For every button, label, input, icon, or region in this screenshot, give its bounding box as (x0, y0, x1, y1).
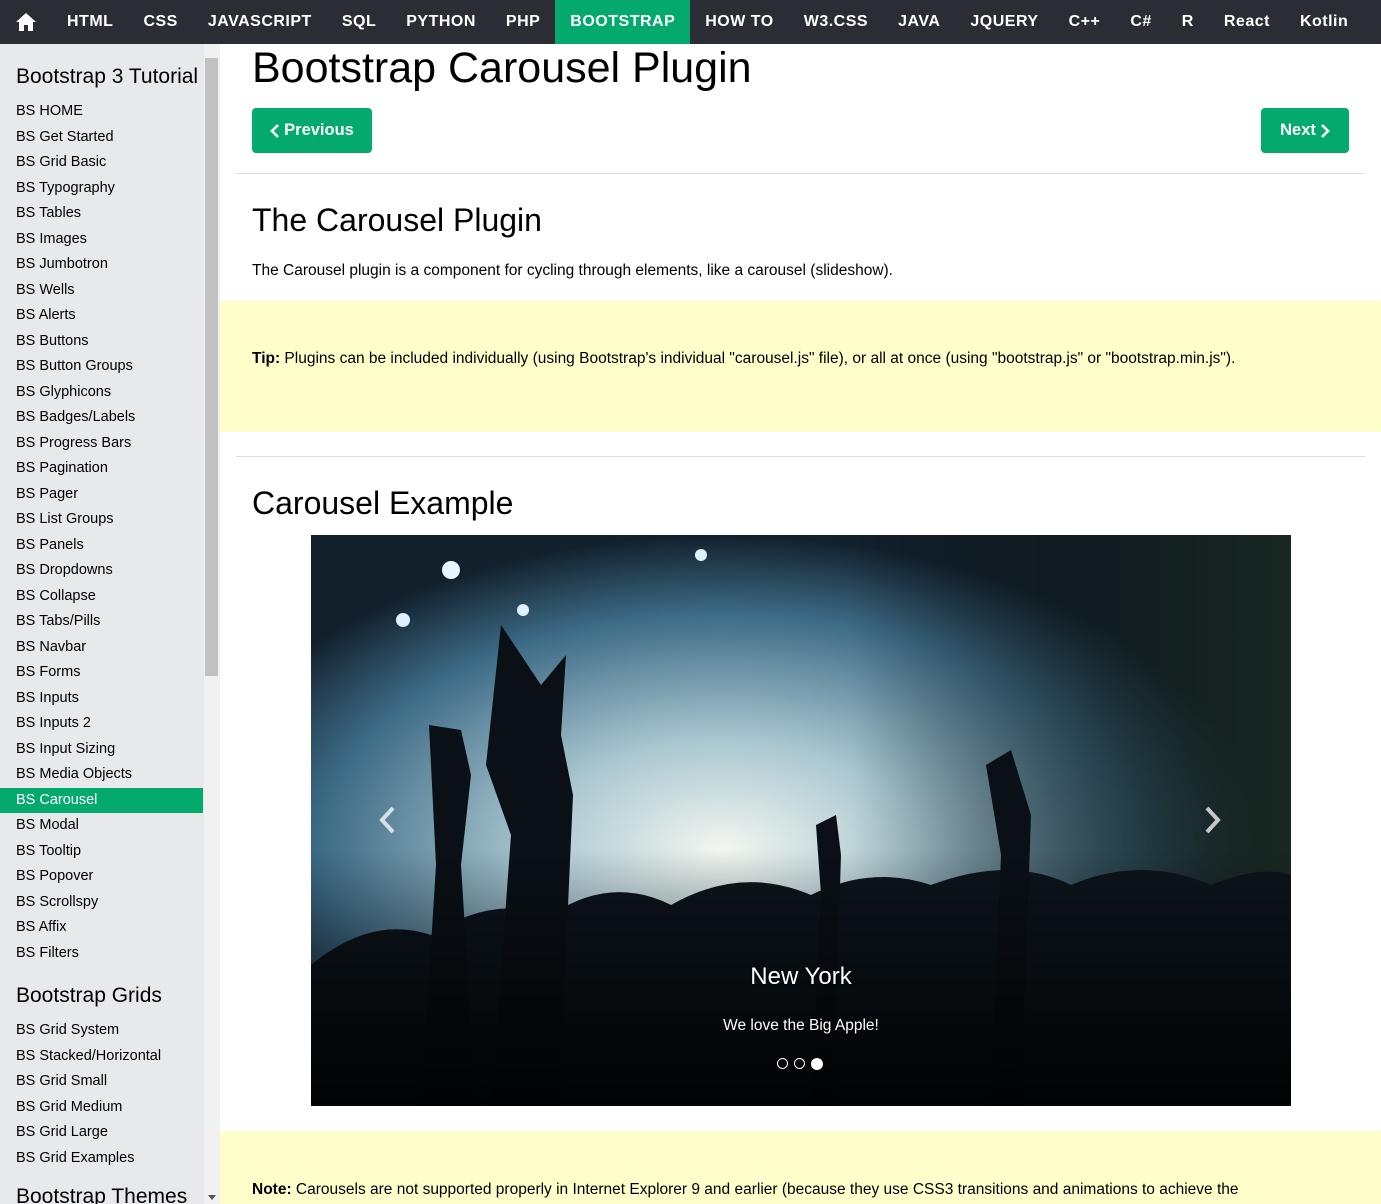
sidebar-link-bs-jumbotron[interactable]: BS Jumbotron (0, 252, 203, 278)
scroll-down-arrow-icon[interactable] (208, 1195, 216, 1200)
sidebar-link-bs-button-groups[interactable]: BS Button Groups (0, 354, 203, 380)
sidebar-heading-themes: Bootstrap Themes (16, 1185, 188, 1204)
carousel[interactable]: New York We love the Big Apple! (311, 535, 1291, 1106)
nav-react[interactable]: React (1209, 0, 1285, 44)
nav-css[interactable]: CSS (128, 0, 192, 44)
note-text: Note: Carousels are not supported proper… (252, 1179, 1362, 1201)
sidebar-link-bs-scrollspy[interactable]: BS Scrollspy (0, 890, 203, 916)
home-button[interactable] (0, 0, 52, 44)
nav-kotlin[interactable]: Kotlin (1285, 0, 1363, 44)
carousel-indicator-dot[interactable] (777, 1058, 788, 1069)
sidebar-link-bs-filters[interactable]: BS Filters (0, 941, 203, 967)
example-title: Carousel Example (252, 485, 514, 521)
carousel-next-control[interactable] (1193, 800, 1233, 840)
carousel-prev-control[interactable] (367, 800, 407, 840)
sidebar-link-bs-navbar[interactable]: BS Navbar (0, 635, 203, 661)
note-body: Carousels are not supported properly in … (291, 1181, 1239, 1198)
next-button-label: Next (1280, 121, 1316, 139)
section-title: The Carousel Plugin (252, 202, 542, 238)
carousel-indicator-dot[interactable] (794, 1058, 805, 1069)
sidebar-link-bs-inputs[interactable]: BS Inputs (0, 686, 203, 712)
nav-r[interactable]: R (1167, 0, 1209, 44)
nav-html[interactable]: HTML (52, 0, 128, 44)
intro-text: The Carousel plugin is a component for c… (252, 262, 893, 279)
sidebar-link-bs-grid-basic[interactable]: BS Grid Basic (0, 150, 203, 176)
sidebar-link-bs-grid-small[interactable]: BS Grid Small (0, 1069, 203, 1095)
sidebar-link-bs-inputs-2[interactable]: BS Inputs 2 (0, 711, 203, 737)
main-content: Bootstrap Carousel Plugin Previous Next … (220, 44, 1381, 1204)
sidebar-link-bs-typography[interactable]: BS Typography (0, 176, 203, 202)
chevron-left-icon (379, 806, 395, 834)
sidebar-link-bs-list-groups[interactable]: BS List Groups (0, 507, 203, 533)
home-icon (16, 13, 36, 31)
carousel-indicators (777, 1058, 823, 1070)
chevron-right-icon (1205, 806, 1221, 834)
sidebar-link-bs-popover[interactable]: BS Popover (0, 864, 203, 890)
previous-button[interactable]: Previous (252, 108, 372, 153)
nav-howto[interactable]: HOW TO (690, 0, 788, 44)
carousel-indicator-dot[interactable] (811, 1058, 823, 1070)
sidebar-link-bs-affix[interactable]: BS Affix (0, 915, 203, 941)
sidebar: Bootstrap 3 Tutorial BS HOME BS Get Start… (0, 44, 220, 1204)
sidebar-link-bs-panels[interactable]: BS Panels (0, 533, 203, 559)
nav-csharp[interactable]: C# (1115, 0, 1166, 44)
carousel-caption-text: We love the Big Apple! (723, 1017, 879, 1034)
sidebar-link-bs-tooltip[interactable]: BS Tooltip (0, 839, 203, 865)
nav-w3css[interactable]: W3.CSS (789, 0, 883, 44)
sidebar-link-bs-forms[interactable]: BS Forms (0, 660, 203, 686)
sidebar-link-bs-tables[interactable]: BS Tables (0, 201, 203, 227)
sidebar-link-bs-dropdowns[interactable]: BS Dropdowns (0, 558, 203, 584)
tip-body: Plugins can be included individually (us… (280, 350, 1236, 367)
sidebar-link-bs-carousel[interactable]: BS Carousel (0, 787, 203, 813)
divider (236, 456, 1365, 457)
page-title: Bootstrap Carousel Plugin (252, 44, 752, 92)
carousel-caption-title: New York (750, 963, 852, 990)
nav-jquery[interactable]: JQUERY (955, 0, 1053, 44)
chevron-right-icon (1320, 123, 1330, 138)
sidebar-link-bs-glyphicons[interactable]: BS Glyphicons (0, 380, 203, 406)
nav-java[interactable]: JAVA (883, 0, 955, 44)
sidebar-link-bs-buttons[interactable]: BS Buttons (0, 329, 203, 355)
sidebar-link-bs-badges-labels[interactable]: BS Badges/Labels (0, 405, 203, 431)
previous-button-label: Previous (284, 121, 354, 139)
top-nav: HTML CSS JAVASCRIPT SQL PYTHON PHP BOOTS… (0, 0, 1381, 44)
sidebar-heading-tutorial: Bootstrap 3 Tutorial (16, 65, 199, 88)
sidebar-link-bs-modal[interactable]: BS Modal (0, 813, 203, 839)
note-label: Note: (252, 1181, 292, 1198)
next-button[interactable]: Next (1261, 108, 1349, 153)
sidebar-link-bs-input-sizing[interactable]: BS Input Sizing (0, 737, 203, 763)
sidebar-link-bs-stacked-horizontal[interactable]: BS Stacked/Horizontal (0, 1044, 203, 1070)
nav-sql[interactable]: SQL (327, 0, 391, 44)
sidebar-link-bs-pager[interactable]: BS Pager (0, 482, 203, 508)
sidebar-link-bs-collapse[interactable]: BS Collapse (0, 584, 203, 610)
sidebar-link-bs-wells[interactable]: BS Wells (0, 278, 203, 304)
note-box: Note: Carousels are not supported proper… (220, 1131, 1381, 1204)
sidebar-scrollbar[interactable] (204, 44, 220, 1204)
nav-php[interactable]: PHP (491, 0, 555, 44)
sidebar-link-bs-images[interactable]: BS Images (0, 227, 203, 253)
sidebar-link-bs-alerts[interactable]: BS Alerts (0, 303, 203, 329)
sidebar-link-bs-grid-medium[interactable]: BS Grid Medium (0, 1095, 203, 1121)
sidebar-link-bs-media-objects[interactable]: BS Media Objects (0, 762, 203, 788)
chevron-left-icon (270, 123, 280, 138)
sidebar-link-bs-home[interactable]: BS HOME (0, 99, 203, 125)
nav-bootstrap[interactable]: BOOTSTRAP (555, 0, 691, 44)
tip-text: Tip: Plugins can be included individuall… (252, 348, 1252, 370)
sidebar-link-bs-pagination[interactable]: BS Pagination (0, 456, 203, 482)
sidebar-heading-grids: Bootstrap Grids (16, 984, 162, 1007)
sidebar-link-bs-grid-examples[interactable]: BS Grid Examples (0, 1146, 203, 1172)
sidebar-link-bs-grid-system[interactable]: BS Grid System (0, 1018, 203, 1044)
nav-python[interactable]: PYTHON (391, 0, 491, 44)
sidebar-link-bs-tabs-pills[interactable]: BS Tabs/Pills (0, 609, 203, 635)
tip-label: Tip: (252, 350, 281, 367)
sidebar-link-bs-progress-bars[interactable]: BS Progress Bars (0, 431, 203, 457)
sidebar-link-bs-grid-large[interactable]: BS Grid Large (0, 1120, 203, 1146)
tip-box: Tip: Plugins can be included individuall… (220, 301, 1381, 432)
sidebar-scrollbar-thumb[interactable] (205, 58, 218, 676)
sidebar-link-bs-get-started[interactable]: BS Get Started (0, 125, 203, 151)
divider (236, 173, 1365, 174)
nav-javascript[interactable]: JAVASCRIPT (193, 0, 327, 44)
nav-cpp[interactable]: C++ (1054, 0, 1116, 44)
